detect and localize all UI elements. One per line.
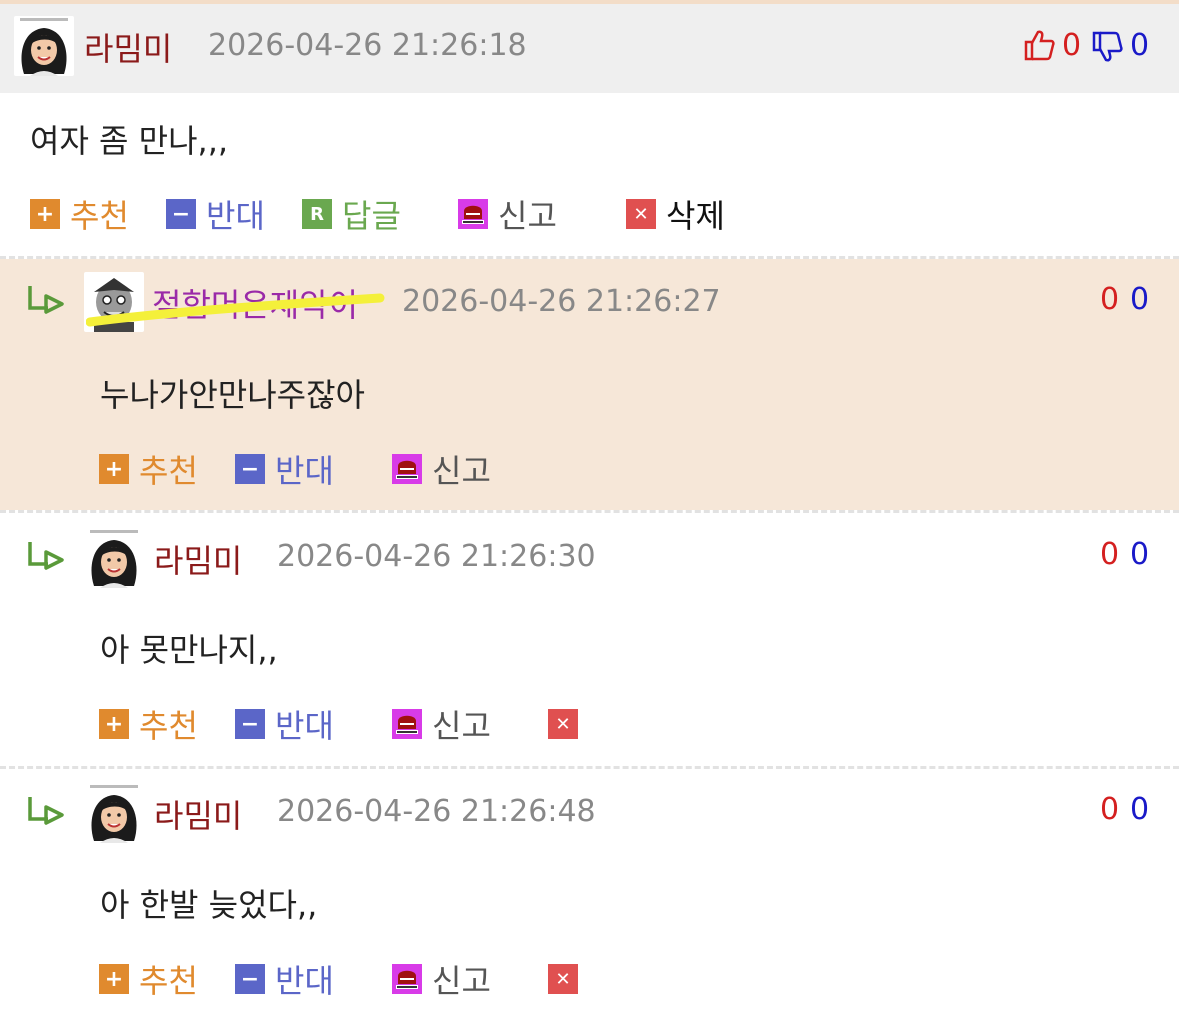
reply-label: 답글 [342, 197, 401, 235]
report-button[interactable]: 신고 [392, 959, 491, 1000]
plus-icon: + [99, 964, 129, 994]
upvote-count: 0 [1100, 537, 1120, 572]
avatar-image [84, 528, 144, 588]
avatar[interactable] [84, 783, 144, 843]
plus-icon: + [99, 454, 129, 484]
report-button[interactable]: 신고 [392, 449, 491, 490]
siren-icon [392, 709, 422, 739]
siren-icon [392, 454, 422, 484]
comment-text: 여자 좀 만나,,, [30, 122, 229, 160]
comment-text: 누나가안만나주잖아 [100, 376, 365, 414]
oppose-button[interactable]: − 반대 [235, 449, 334, 490]
comment-date: 2026-04-26 21:26:48 [277, 794, 596, 829]
nickname[interactable]: 라밈미 [154, 536, 242, 582]
upvote-count: 0 [1100, 792, 1120, 827]
close-icon: ✕ [626, 199, 656, 229]
report-label: 신고 [432, 707, 491, 745]
report-button[interactable]: 신고 [458, 194, 557, 235]
reply-arrow-icon [28, 284, 64, 314]
divider [0, 766, 1179, 769]
downvote-count: 0 [1130, 792, 1150, 827]
recommend-button[interactable]: + 추천 [99, 449, 198, 490]
downvote-count: 0 [1130, 282, 1150, 317]
avatar[interactable] [84, 528, 144, 588]
oppose-button[interactable]: − 반대 [235, 959, 334, 1000]
nickname[interactable]: 라밈미 [154, 791, 242, 837]
comment-date: 2026-04-26 21:26:30 [277, 539, 596, 574]
oppose-button[interactable]: − 반대 [166, 194, 265, 235]
reply-icon: R [302, 199, 332, 229]
thumbs-up-icon[interactable] [1022, 28, 1056, 62]
comment-text: 아 못만나지,, [100, 631, 278, 669]
upvote-count: 0 [1062, 28, 1082, 63]
report-label: 신고 [432, 452, 491, 490]
downvote-count: 0 [1130, 537, 1150, 572]
reply-arrow-icon [28, 540, 64, 570]
recommend-label: 추천 [139, 962, 198, 1000]
delete-button[interactable]: ✕ [548, 959, 588, 999]
close-icon: ✕ [548, 964, 578, 994]
recommend-button[interactable]: + 추천 [99, 959, 198, 1000]
comment-date: 2026-04-26 21:26:18 [208, 28, 527, 63]
recommend-label: 추천 [139, 452, 198, 490]
comment-text: 아 한발 늦었다,, [100, 886, 318, 924]
avatar-image [84, 783, 144, 843]
minus-icon: − [235, 454, 265, 484]
siren-icon [392, 964, 422, 994]
thumbs-down-icon[interactable] [1090, 30, 1124, 64]
oppose-button[interactable]: − 반대 [235, 704, 334, 745]
delete-button[interactable]: ✕ [548, 704, 588, 744]
recommend-label: 추천 [70, 197, 129, 235]
oppose-label: 반대 [206, 197, 265, 235]
comment-header-background [0, 4, 1179, 93]
report-button[interactable]: 신고 [392, 704, 491, 745]
recommend-button[interactable]: + 추천 [30, 194, 129, 235]
avatar-image [14, 16, 74, 76]
nickname[interactable]: 라밈미 [84, 24, 172, 70]
highlighter-strike [86, 293, 385, 327]
delete-label: 삭제 [666, 197, 725, 235]
minus-icon: − [235, 964, 265, 994]
downvote-count: 0 [1130, 28, 1150, 63]
avatar[interactable] [14, 16, 74, 76]
plus-icon: + [30, 199, 60, 229]
reply-arrow-icon [28, 795, 64, 825]
report-label: 신고 [432, 962, 491, 1000]
recommend-button[interactable]: + 추천 [99, 704, 198, 745]
upvote-count: 0 [1100, 282, 1120, 317]
oppose-label: 반대 [275, 962, 334, 1000]
minus-icon: − [235, 709, 265, 739]
close-icon: ✕ [548, 709, 578, 739]
plus-icon: + [99, 709, 129, 739]
recommend-label: 추천 [139, 707, 198, 745]
delete-button[interactable]: ✕ 삭제 [626, 194, 725, 235]
minus-icon: − [166, 199, 196, 229]
siren-icon [458, 199, 488, 229]
oppose-label: 반대 [275, 452, 334, 490]
report-label: 신고 [498, 197, 557, 235]
oppose-label: 반대 [275, 707, 334, 745]
divider [0, 510, 1179, 513]
comment-date: 2026-04-26 21:26:27 [402, 284, 721, 319]
reply-button[interactable]: R 답글 [302, 194, 401, 235]
